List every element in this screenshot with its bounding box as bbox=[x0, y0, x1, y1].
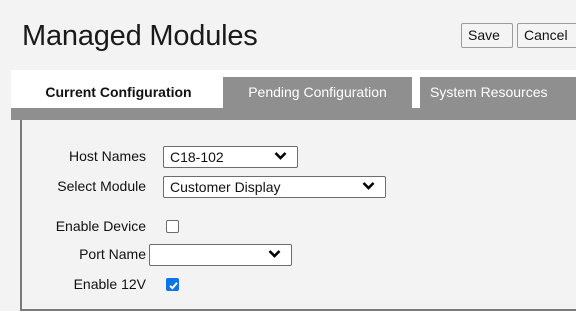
port-name-select[interactable] bbox=[149, 244, 292, 266]
tab-system-resources[interactable]: System Resources bbox=[420, 77, 576, 108]
cancel-button[interactable]: Cancel bbox=[517, 23, 576, 48]
port-name-label: Port Name bbox=[79, 246, 146, 262]
checkmark-icon bbox=[169, 282, 178, 290]
select-module-select[interactable]: Customer Display bbox=[163, 176, 386, 198]
enable-device-label: Enable Device bbox=[55, 218, 146, 234]
chevron-down-icon bbox=[274, 152, 287, 160]
page-title: Managed Modules bbox=[22, 20, 258, 52]
enable-12v-label: Enable 12V bbox=[73, 276, 146, 292]
panel-header-bar bbox=[11, 108, 576, 120]
host-names-value: C18-102 bbox=[170, 149, 224, 165]
tab-current-configuration[interactable]: Current Configuration bbox=[22, 77, 215, 108]
tab-pending-configuration[interactable]: Pending Configuration bbox=[223, 77, 412, 108]
save-button[interactable]: Save bbox=[461, 23, 513, 48]
select-module-label: Select Module bbox=[57, 178, 146, 194]
enable-device-checkbox[interactable] bbox=[166, 220, 179, 233]
select-module-value: Customer Display bbox=[170, 179, 281, 195]
chevron-down-icon bbox=[268, 250, 281, 258]
host-names-select[interactable]: C18-102 bbox=[163, 146, 298, 168]
enable-12v-checkbox[interactable] bbox=[166, 278, 179, 291]
chevron-down-icon bbox=[362, 182, 375, 190]
host-names-label: Host Names bbox=[68, 148, 146, 164]
